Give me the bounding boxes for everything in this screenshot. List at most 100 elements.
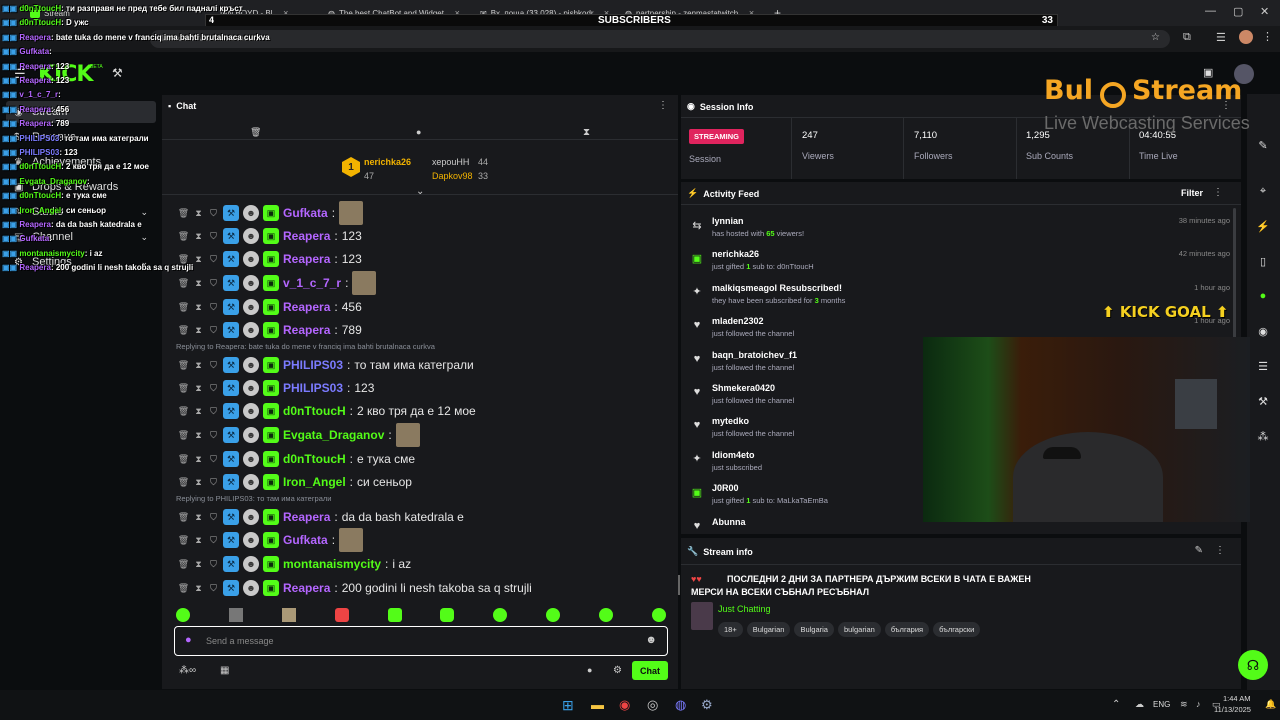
more-menu-icon[interactable]: ⋮ — [1213, 187, 1223, 198]
input-language[interactable]: ENG — [1153, 700, 1170, 709]
profile-icon[interactable]: ☰ — [1216, 31, 1226, 44]
more-menu-icon[interactable]: ⋮ — [658, 100, 668, 111]
timeout-hourglass-icon[interactable]: ⧗ — [193, 559, 204, 570]
delete-icon[interactable]: 🗑 — [178, 231, 189, 242]
chat-username[interactable]: PHILIPS03 — [283, 358, 343, 372]
support-headset-button[interactable]: ☊ — [1238, 650, 1268, 680]
activity-feed-item[interactable]: ▣ J0R00 just gifted 1 sub to: MaLkaTaEmBa — [690, 483, 920, 517]
delete-icon[interactable]: 🗑 — [178, 383, 189, 394]
chat-message[interactable]: 🗑 ⧗ ⛉ ⚒ ☻ ▣ PHILIPS03: то там има категрали — [178, 354, 474, 376]
trash-icon[interactable]: 🗑 — [250, 127, 261, 138]
activity-username[interactable]: Shmekera0420 — [712, 383, 775, 393]
second-gifter-name[interactable]: хероuHH — [432, 157, 469, 167]
activity-username[interactable]: baqn_bratoichev_f1 — [712, 350, 797, 360]
store-icon[interactable]: ▦ — [220, 665, 229, 676]
lightning-icon[interactable]: ⚡ — [1252, 215, 1274, 237]
more-menu-icon[interactable]: ⋮ — [1262, 30, 1273, 43]
activity-username[interactable]: malkiqsmeagol Resubscribed! — [712, 283, 842, 293]
hourglass-icon[interactable]: ⧗ — [583, 127, 590, 138]
ban-shield-icon[interactable]: ⛉ — [208, 208, 219, 219]
wrench-icon[interactable]: ⚒ — [1252, 390, 1274, 412]
layers-icon[interactable]: ☰ — [1252, 355, 1274, 377]
delete-icon[interactable]: 🗑 — [178, 360, 189, 371]
bookmark-star-icon[interactable]: ☆ — [1151, 32, 1160, 43]
broadcast-icon[interactable]: ◉ — [1252, 320, 1274, 342]
avatar[interactable] — [1239, 30, 1253, 44]
timeout-hourglass-icon[interactable]: ⧗ — [193, 535, 204, 546]
delete-icon[interactable]: 🗑 — [178, 583, 189, 594]
chat-message[interactable]: 🗑 ⧗ ⛉ ⚒ ☻ ▣ Reapera:789 — [178, 319, 362, 341]
chat-username[interactable]: montanaismycity — [283, 557, 381, 571]
discord-icon[interactable]: ◍ — [675, 697, 686, 713]
timeout-hourglass-icon[interactable]: ⧗ — [193, 383, 204, 394]
emote-icon[interactable] — [228, 608, 243, 622]
timeout-hourglass-icon[interactable]: ⧗ — [193, 302, 204, 313]
scrollbar[interactable] — [678, 575, 680, 595]
extensions-icon[interactable]: ⧉ — [1183, 31, 1191, 44]
delete-icon[interactable]: 🗑 — [178, 512, 189, 523]
emote-icon[interactable] — [599, 608, 613, 622]
chat-message[interactable]: 🗑 ⧗ ⛉ ⚒ ☻ ▣ Reapera:123 — [178, 225, 362, 247]
chat-message[interactable]: 🗑 ⧗ ⛉ ⚒ ☻ ▣ Evgata_Draganov: — [178, 423, 424, 447]
chat-username[interactable]: PHILIPS03 — [283, 381, 343, 395]
activity-username[interactable]: nerichka26 — [712, 249, 759, 259]
ban-shield-icon[interactable]: ⛉ — [208, 325, 219, 336]
ban-shield-icon[interactable]: ⛉ — [208, 360, 219, 371]
ban-shield-icon[interactable]: ⛉ — [208, 231, 219, 242]
ban-shield-icon[interactable]: ⛉ — [208, 559, 219, 570]
activity-feed-item[interactable]: ♥ mytedko just followed the channel — [690, 416, 920, 450]
obs-icon[interactable]: ◎ — [647, 697, 658, 713]
delete-icon[interactable]: 🗑 — [178, 535, 189, 546]
tag[interactable]: Bulgarian — [746, 622, 791, 637]
chat-message[interactable]: 🗑 ⧗ ⛉ ⚒ ☻ ▣ PHILIPS03:123 — [178, 377, 374, 399]
timeout-hourglass-icon[interactable]: ⧗ — [193, 231, 204, 242]
filter-button[interactable]: Filter — [1181, 188, 1203, 198]
more-menu-icon[interactable]: ⋮ — [1215, 545, 1225, 556]
emote-icon[interactable] — [440, 608, 455, 622]
emoji-icon[interactable]: ☻ — [645, 634, 657, 646]
chat-mode-icon[interactable]: ● — [416, 127, 421, 137]
activity-username[interactable]: mytedko — [712, 416, 749, 426]
chat-username[interactable]: Reapera — [283, 581, 330, 595]
activity-feed-item[interactable]: ♥ Shmekera0420 just followed the channel — [690, 383, 920, 417]
tag[interactable]: българия — [884, 622, 930, 637]
notification-bell-icon[interactable]: 🔔 — [1265, 699, 1276, 710]
phone-icon[interactable]: ▯ — [1252, 250, 1274, 272]
collapse-chevron-icon[interactable]: ⌄ — [416, 186, 424, 197]
emote-icon[interactable] — [546, 608, 561, 622]
network-icon[interactable]: ☁ — [1135, 699, 1144, 710]
ban-shield-icon[interactable]: ⛉ — [208, 512, 219, 523]
chat-message[interactable]: 🗑 ⧗ ⛉ ⚒ ☻ ▣ Iron_Angel: си сеньор — [178, 471, 412, 493]
emote-icon[interactable] — [281, 608, 296, 622]
minimize-icon[interactable]: — — [1205, 5, 1216, 17]
timeout-hourglass-icon[interactable]: ⧗ — [193, 430, 204, 441]
tag[interactable]: 18+ — [718, 622, 743, 637]
chat-input-placeholder[interactable]: Send a message — [206, 636, 274, 646]
activity-username[interactable]: Idiom4eto — [712, 450, 755, 460]
delete-icon[interactable]: 🗑 — [178, 325, 189, 336]
activity-feed-item[interactable]: ✦ Idiom4eto just subscribed — [690, 450, 920, 484]
delete-icon[interactable]: 🗑 — [178, 559, 189, 570]
emote-icon[interactable] — [493, 608, 508, 622]
delete-icon[interactable]: 🗑 — [178, 302, 189, 313]
chevron-up-icon[interactable]: ⌃ — [1112, 699, 1120, 710]
chat-username[interactable]: Gufkata — [283, 533, 328, 547]
tag[interactable]: български — [933, 622, 981, 637]
ban-shield-icon[interactable]: ⛉ — [208, 583, 219, 594]
chat-username[interactable]: Evgata_Draganov — [283, 428, 384, 442]
edit-pencil-icon[interactable]: ✎ — [1195, 545, 1203, 556]
timeout-hourglass-icon[interactable]: ⧗ — [193, 406, 204, 417]
chat-input-box[interactable]: ● Send a message ☻ — [174, 626, 668, 656]
chat-message[interactable]: 🗑 ⧗ ⛉ ⚒ ☻ ▣ Reapera:456 — [178, 296, 362, 318]
chat-bubble-icon[interactable]: ● — [1252, 285, 1274, 307]
emote-icon[interactable] — [387, 608, 402, 622]
timeout-hourglass-icon[interactable]: ⧗ — [193, 325, 204, 336]
gear-icon[interactable]: ⚙ — [613, 665, 622, 676]
activity-username[interactable]: mladen2302 — [712, 316, 764, 326]
chat-username[interactable]: d0nTtoucH — [283, 452, 346, 466]
url-field[interactable]: kick.com/dashboard/stream ☆ — [150, 30, 1170, 48]
infinity-points-icon[interactable]: ⁂∞ — [179, 665, 196, 676]
chat-username[interactable]: d0nTtoucH — [283, 404, 346, 418]
delete-icon[interactable]: 🗑 — [178, 208, 189, 219]
ban-shield-icon[interactable]: ⛉ — [208, 477, 219, 488]
